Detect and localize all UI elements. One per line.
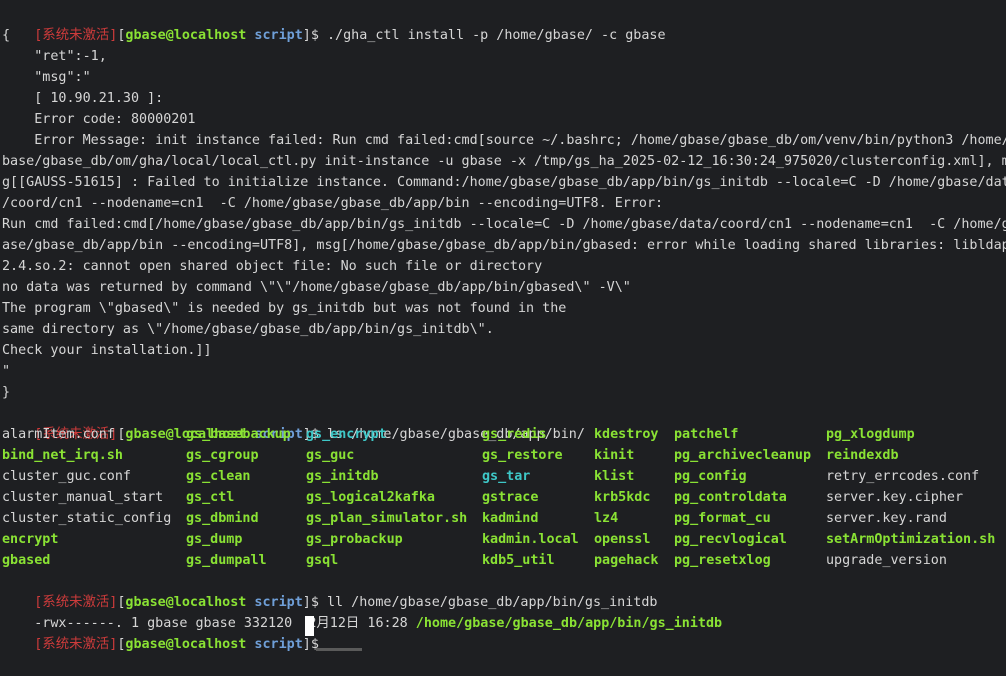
prompt-line[interactable]: [系统未激活][gbase@localhost script]$: [2, 613, 327, 652]
ls-entry: klist: [594, 469, 635, 484]
output-line: ase/gbase_db/app/bin --encoding=UTF8], m…: [2, 238, 1006, 253]
ls-entry: gs_logical2kafka: [306, 490, 435, 505]
ls-entry: gs_dumpall: [186, 553, 267, 568]
output-line: Check your installation.]]: [2, 343, 212, 358]
ls-entry: gs_basebackup: [186, 427, 291, 442]
prompt-user-host: gbase@localhost: [125, 28, 247, 43]
ls-entry: upgrade_version: [826, 553, 947, 568]
output-line: "ret":-1,: [2, 49, 107, 64]
output-line: no data was returned by command \"\"/hom…: [2, 280, 631, 295]
ls-entry: lz4: [594, 511, 619, 526]
ls-entry: kdb5_util: [482, 553, 555, 568]
ls-entry: server.key.rand: [826, 511, 947, 526]
output-line: 2.4.so.2: cannot open shared object file…: [2, 259, 543, 274]
ls-entry: gs_ctl: [186, 490, 235, 505]
ls-entry: bind_net_irq.sh: [2, 448, 123, 463]
output-line: ": [2, 364, 11, 379]
ls-entry: gs_restore: [482, 448, 563, 463]
ls-entry: gs_clean: [186, 469, 251, 484]
ls-entry: gs_initdb: [306, 469, 379, 484]
ls-entry: gs_dump: [186, 532, 243, 547]
output-line: The program \"gbased\" is needed by gs_i…: [2, 301, 567, 316]
ls-entry: pagehack: [594, 553, 659, 568]
ls-entry: gsql: [306, 553, 339, 568]
ls-entry: setArmOptimization.sh: [826, 532, 996, 547]
output-line: "msg":": [2, 70, 91, 85]
command-text: ./gha_ctl install -p /home/gbase/ -c gba…: [326, 28, 666, 43]
output-line: same directory as \"/home/gbase/gbase_db…: [2, 322, 494, 337]
ll-output-line: -rwx------. 1 gbase gbase 332120 2月12日 1…: [2, 592, 722, 631]
ls-entry: cluster_manual_start: [2, 490, 164, 505]
ls-entry: gs_cgroup: [186, 448, 259, 463]
ls-entry: pg_resetxlog: [674, 553, 771, 568]
output-line: }: [2, 385, 11, 400]
ls-entry: gs_probackup: [306, 532, 403, 547]
ls-entry: gs_tar: [482, 469, 531, 484]
ls-entry: pg_format_cu: [674, 511, 771, 526]
prompt-dir: script: [254, 637, 303, 652]
prompt-close: ]$: [302, 28, 327, 43]
ls-entry: cluster_static_config: [2, 511, 172, 526]
ls-entry: kadmind: [482, 511, 539, 526]
output-line: Error Message: init instance failed: Run…: [2, 133, 1006, 148]
ls-entry: gs_plan_simulator.sh: [306, 511, 468, 526]
prompt-status: [系统未激活]: [34, 637, 118, 652]
ls-entry: retry_errcodes.conf: [826, 469, 980, 484]
ls-entry: pg_xlogdump: [826, 427, 915, 442]
ls-entry: krb5kdc: [594, 490, 651, 505]
ls-entry: alarmItem.conf: [2, 427, 115, 442]
ls-entry: openssl: [594, 532, 651, 547]
ls-entry: kadmin.local: [482, 532, 579, 547]
ls-entry: encrypt: [2, 532, 59, 547]
ls-entry: server.key.cipher: [826, 490, 964, 505]
ls-entry: kdestroy: [594, 427, 659, 442]
ls-entry: cluster_guc.conf: [2, 469, 131, 484]
text-cursor[interactable]: [305, 616, 314, 636]
ls-entry: reindexdb: [826, 448, 899, 463]
ls-entry: kinit: [594, 448, 635, 463]
ls-entry: gbased: [2, 553, 51, 568]
output-line: [ 10.90.21.30 ]:: [2, 91, 164, 106]
prompt-user-host: gbase@localhost: [125, 637, 247, 652]
output-line: Run cmd failed:cmd[/home/gbase/gbase_db/…: [2, 217, 1006, 232]
ls-entry: pg_archivecleanup: [674, 448, 812, 463]
prompt-dir: script: [254, 28, 303, 43]
ls-entry: pg_controldata: [674, 490, 787, 505]
ls-entry: gs_encrypt: [306, 427, 387, 442]
output-line: {: [2, 28, 11, 43]
ls-entry: gs_dbmind: [186, 511, 259, 526]
ls-entry: pg_config: [674, 469, 747, 484]
prompt-status: [系统未激活]: [34, 28, 118, 43]
ls-entry: gstrace: [482, 490, 539, 505]
prompt-line: [系统未激活][gbase@localhost script]$ ./gha_c…: [2, 4, 665, 43]
output-line: Error code: 80000201: [2, 112, 196, 127]
output-line: g[[GAUSS-51615] : Failed to initialize i…: [2, 175, 1006, 190]
terminal-window[interactable]: [系统未激活][gbase@localhost script]$ ./gha_c…: [0, 0, 1006, 652]
ls-entry: gs_guc: [306, 448, 355, 463]
file-path: /home/gbase/gbase_db/app/bin/gs_initdb: [415, 616, 723, 631]
ls-entry: pg_recvlogical: [674, 532, 787, 547]
output-line: /coord/cn1 --nodename=cn1 -C /home/gbase…: [2, 196, 664, 211]
ls-entry: patchelf: [674, 427, 739, 442]
prompt-line: [系统未激活][gbase@localhost script]$ ll /hom…: [2, 571, 657, 610]
prompt-line: [系统未激活][gbase@localhost script]$ ls /hom…: [2, 403, 585, 442]
ls-entry: gs_redis: [482, 427, 547, 442]
output-line: base/gbase_db/om/gha/local/local_ctl.py …: [2, 154, 1006, 169]
